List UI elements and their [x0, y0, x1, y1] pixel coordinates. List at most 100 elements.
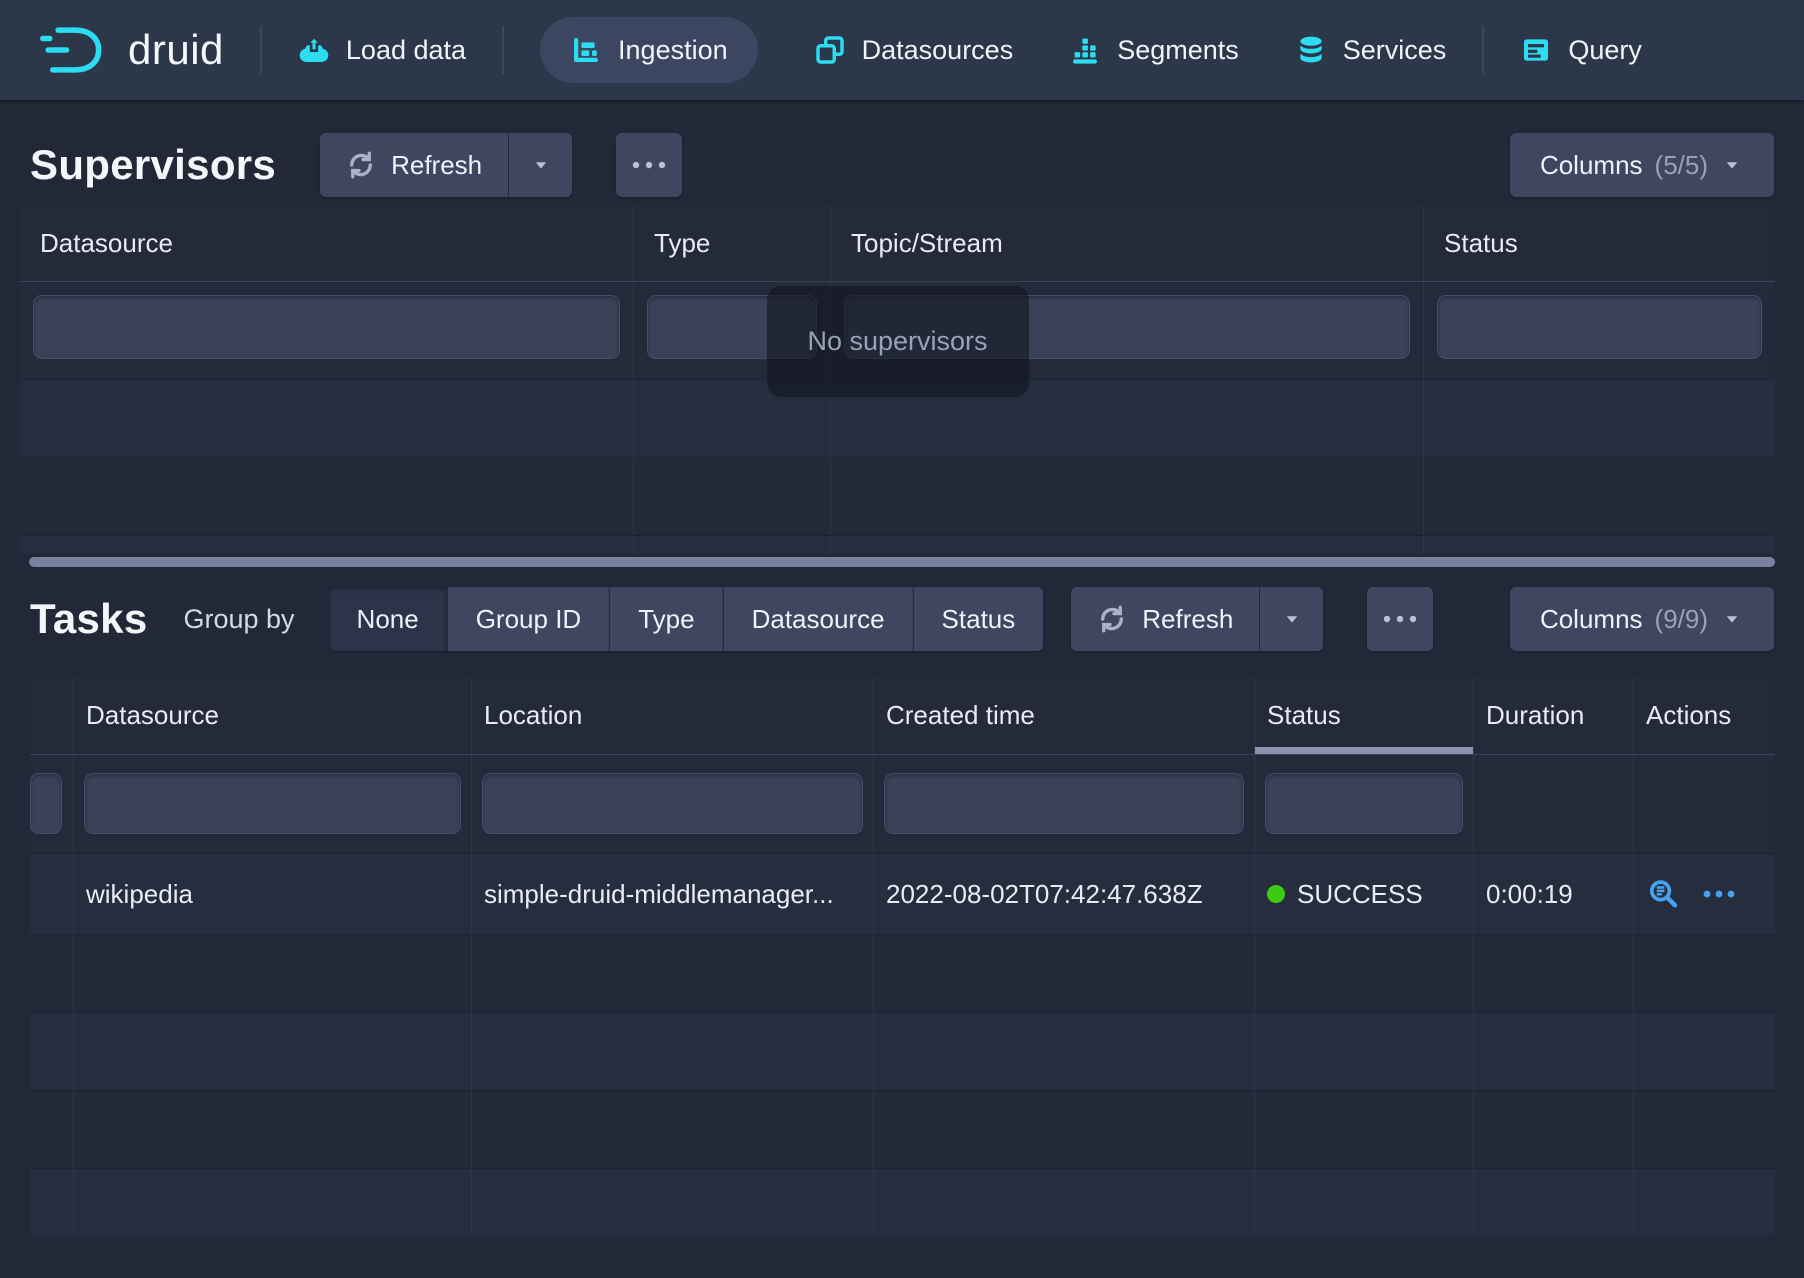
task-created-time-cell: 2022-08-02T07:42:47.638Z [873, 854, 1254, 934]
search-details-icon[interactable] [1646, 877, 1680, 911]
supervisors-toolbar: Supervisors Refresh Columns (5/5) [0, 132, 1804, 198]
more-dots-icon [1381, 611, 1419, 627]
task-status-cell: SUCCESS [1254, 854, 1473, 934]
column-header-partial[interactable] [30, 677, 73, 754]
gantt-chart-icon [570, 34, 602, 66]
tasks-empty-row [30, 1169, 1775, 1235]
nav-item-ingestion[interactable]: Ingestion [540, 17, 758, 83]
supervisors-empty-row [20, 536, 1775, 555]
tasks-title: Tasks [30, 595, 147, 643]
nav-divider [260, 26, 262, 74]
supervisors-table-header: Datasource Type Topic/Stream Status [20, 205, 1775, 282]
supervisors-title: Supervisors [30, 141, 276, 189]
console-icon [1520, 34, 1552, 66]
refresh-label: Refresh [391, 150, 482, 181]
druid-logo-icon [38, 24, 118, 76]
group-by-datasource-button[interactable]: Datasource [723, 587, 913, 651]
tasks-columns-button[interactable]: Columns (9/9) [1510, 587, 1774, 651]
tasks-toolbar: Tasks Group by None Group ID Type Dataso… [0, 587, 1804, 651]
task-datasource-cell: wikipedia [73, 854, 471, 934]
supervisors-refresh-button[interactable]: Refresh [320, 133, 508, 197]
supervisors-datasource-filter-input[interactable] [33, 295, 620, 359]
no-supervisors-overlay: No supervisors [767, 286, 1029, 397]
refresh-label: Refresh [1142, 604, 1233, 635]
group-by-group-id-button[interactable]: Group ID [447, 587, 610, 651]
columns-count: (9/9) [1655, 604, 1708, 635]
nav-item-load-data[interactable]: Load data [298, 34, 466, 66]
nav-item-query[interactable]: Query [1520, 34, 1642, 66]
column-header-created-time[interactable]: Created time [873, 677, 1254, 754]
nav-divider [1482, 26, 1484, 74]
tasks-empty-row [30, 1091, 1775, 1169]
supervisors-refresh-caret-button[interactable] [508, 133, 572, 197]
chevron-down-icon [1720, 607, 1744, 631]
task-actions-cell [1633, 854, 1775, 934]
task-status-text: SUCCESS [1297, 879, 1423, 910]
druid-logo[interactable]: druid [38, 24, 224, 76]
nav-item-datasources[interactable]: Datasources [814, 34, 1014, 66]
tasks-datasource-filter-input[interactable] [84, 773, 461, 834]
task-duration-cell: 0:00:19 [1473, 854, 1633, 934]
nav-item-label: Ingestion [618, 35, 728, 66]
group-by-button-group: None Group ID Type Datasource Status [329, 587, 1044, 651]
horizontal-scrollbar[interactable] [29, 557, 1775, 567]
column-header-datasource[interactable]: Datasource [73, 677, 471, 754]
group-by-none-button[interactable]: None [329, 587, 447, 651]
sort-indicator [1255, 747, 1473, 754]
group-by-type-button[interactable]: Type [609, 587, 722, 651]
tasks-partial-filter-input[interactable] [30, 773, 62, 834]
chevron-down-icon [1280, 607, 1304, 631]
column-header-location[interactable]: Location [471, 677, 873, 754]
column-header-status[interactable]: Status [1423, 205, 1775, 281]
supervisors-more-button[interactable] [616, 133, 682, 197]
tasks-empty-row [30, 935, 1775, 1013]
supervisors-empty-row [20, 458, 1775, 536]
refresh-icon [346, 150, 376, 180]
tasks-refresh-split-button: Refresh [1071, 587, 1323, 651]
column-header-actions[interactable]: Actions [1633, 677, 1775, 754]
column-header-duration[interactable]: Duration [1473, 677, 1633, 754]
group-by-status-button[interactable]: Status [913, 587, 1044, 651]
tasks-refresh-caret-button[interactable] [1259, 587, 1323, 651]
supervisors-columns-button[interactable]: Columns (5/5) [1510, 133, 1774, 197]
top-nav: druid Load data Ingestion Datasources [0, 0, 1804, 100]
tasks-table: Datasource Location Created time Status … [30, 677, 1775, 1235]
tasks-empty-row [30, 1013, 1775, 1091]
nav-item-segments[interactable]: Segments [1069, 34, 1239, 66]
logo-text: druid [128, 26, 224, 74]
success-status-dot [1267, 885, 1285, 903]
tasks-created-time-filter-input[interactable] [884, 773, 1244, 834]
nav-item-label: Services [1343, 35, 1447, 66]
group-by-label: Group by [183, 604, 294, 635]
supervisors-refresh-split-button: Refresh [320, 133, 572, 197]
column-header-topic-stream[interactable]: Topic/Stream [830, 205, 1423, 281]
nav-item-label: Query [1568, 35, 1642, 66]
more-dots-icon [630, 157, 668, 173]
supervisors-status-filter-input[interactable] [1437, 295, 1762, 359]
row-actions-menu-icon[interactable] [1702, 877, 1736, 911]
nav-item-label: Datasources [862, 35, 1014, 66]
column-header-type[interactable]: Type [633, 205, 830, 281]
tasks-table-header: Datasource Location Created time Status … [30, 677, 1775, 755]
tasks-more-button[interactable] [1367, 587, 1433, 651]
nav-item-label: Load data [346, 35, 466, 66]
tasks-refresh-button[interactable]: Refresh [1071, 587, 1259, 651]
nav-divider [502, 26, 504, 74]
stacked-bar-chart-icon [1069, 34, 1101, 66]
nav-item-label: Segments [1117, 35, 1239, 66]
supervisors-table: Datasource Type Topic/Stream Status No s… [20, 205, 1775, 555]
column-header-datasource[interactable]: Datasource [20, 205, 633, 281]
multi-panel-icon [814, 34, 846, 66]
tasks-location-filter-input[interactable] [482, 773, 863, 834]
tasks-status-filter-input[interactable] [1265, 773, 1463, 834]
column-header-status[interactable]: Status [1254, 677, 1473, 754]
task-row-wikipedia[interactable]: wikipedia simple-druid-middlemanager... … [30, 854, 1775, 935]
columns-label: Columns [1540, 150, 1643, 181]
tasks-filter-row [30, 755, 1775, 854]
nav-item-services[interactable]: Services [1295, 34, 1447, 66]
task-location-cell: simple-druid-middlemanager... [471, 854, 873, 934]
database-icon [1295, 34, 1327, 66]
columns-count: (5/5) [1655, 150, 1708, 181]
refresh-icon [1097, 604, 1127, 634]
columns-label: Columns [1540, 604, 1643, 635]
